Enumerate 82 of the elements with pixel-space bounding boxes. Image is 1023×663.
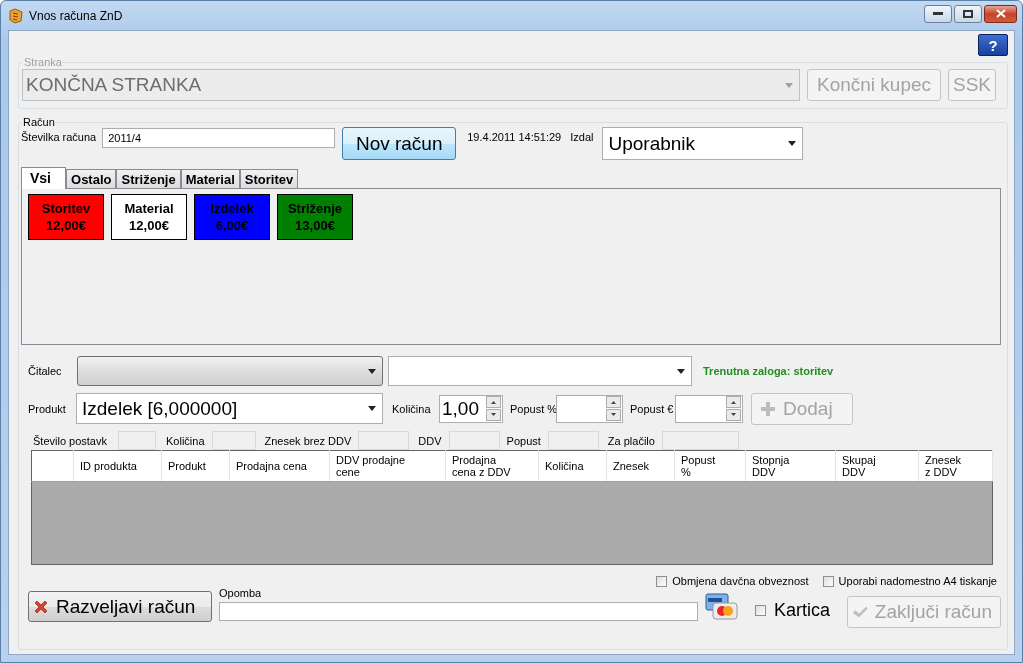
spin-up-icon[interactable] — [486, 396, 501, 408]
tab[interactable]: Material — [180, 169, 240, 188]
summary-field — [358, 431, 410, 450]
caret-icon — [677, 368, 685, 374]
field-label: Številka računa — [21, 131, 97, 143]
date-time: 19.4.2011 14:51:29 — [467, 131, 562, 143]
invoice-number-field[interactable]: 2011/4 — [102, 128, 336, 148]
column-header[interactable]: DDV prodajne cene — [329, 450, 446, 482]
tab[interactable]: Ostalo — [66, 169, 117, 188]
summary-label: Popust — [506, 434, 541, 447]
spin-up-icon[interactable] — [606, 396, 621, 408]
field-label: Popust € — [630, 402, 675, 415]
caret-icon — [785, 82, 793, 88]
column-header[interactable]: Znesek z DDV — [918, 450, 993, 482]
app-icon — [8, 7, 24, 24]
window-title: Vnos računa ZnD — [29, 8, 124, 23]
new-invoice-button[interactable]: Nov račun — [342, 127, 457, 160]
spin-field[interactable]: 1,00 — [439, 394, 503, 423]
caret-icon — [788, 141, 797, 146]
tab[interactable]: Storitev — [239, 169, 299, 188]
maximize-icon — [963, 9, 973, 18]
spin-field[interactable] — [675, 394, 743, 423]
checkbox-label: Kartica — [774, 600, 831, 621]
reader-dropdown[interactable] — [77, 356, 383, 386]
summary-field — [211, 431, 256, 450]
group-label: Račun — [22, 116, 56, 128]
field-label: Izdal — [570, 131, 594, 143]
field-label: Količina — [392, 402, 432, 415]
column-header[interactable]: Znesek — [606, 450, 675, 482]
spin-down-icon[interactable] — [606, 409, 621, 421]
close-icon — [995, 9, 1006, 18]
card-checkbox[interactable] — [755, 605, 766, 616]
minimize-button[interactable] — [924, 4, 952, 23]
product-tile[interactable]: Striženje 13,00€ — [277, 194, 353, 240]
checkbox[interactable] — [656, 575, 668, 587]
product-tile[interactable]: Material 12,00€ — [111, 194, 187, 240]
product-tile[interactable]: Storitev 12,00€ — [28, 194, 104, 240]
product-dropdown[interactable]: Izdelek [6,000000] — [76, 393, 383, 424]
caret-icon — [368, 368, 376, 374]
column-header[interactable]: Prodajna cena z DDV — [445, 450, 539, 482]
summary-label: Število postavk — [33, 434, 107, 447]
summary-label: Znesek brez DDV — [264, 434, 352, 447]
field-label: Opomba — [219, 587, 263, 599]
column-header[interactable]: Produkt — [161, 450, 230, 482]
summary-field — [547, 431, 599, 450]
payment-card-icon — [704, 593, 738, 621]
issuer-dropdown[interactable]: Uporabnik — [602, 127, 804, 160]
summary-label: Količina — [166, 434, 205, 447]
tab[interactable]: Striženje — [116, 169, 181, 188]
column-header[interactable]: Stopnja DDV — [745, 450, 836, 482]
summary-field — [448, 431, 500, 450]
minimize-icon — [933, 11, 943, 16]
field-label: Produkt — [28, 402, 67, 415]
summary-label: Za plačilo — [607, 434, 655, 447]
cross-icon — [33, 598, 49, 615]
checkbox[interactable] — [822, 575, 834, 587]
summary-label: DDV — [418, 434, 442, 447]
plus-icon — [760, 400, 776, 417]
close-button[interactable] — [984, 4, 1017, 23]
spin-field[interactable] — [556, 394, 623, 423]
column-header[interactable]: Količina — [538, 450, 607, 482]
note-field[interactable] — [219, 602, 698, 621]
stock-status: Trenutna zaloga: storitev — [703, 365, 834, 377]
tab[interactable]: Vsi — [21, 167, 66, 189]
column-header[interactable]: Popust % — [674, 450, 746, 482]
spin-down-icon[interactable] — [726, 409, 741, 421]
cancel-invoice-button[interactable]: Razveljavi račun — [28, 591, 212, 622]
group-label: Stranka — [23, 56, 63, 68]
spin-up-icon[interactable] — [726, 396, 741, 408]
column-header[interactable]: ID produkta — [73, 450, 162, 482]
checkbox-label: Uporabi nadomestno A4 tiskanje — [838, 575, 997, 587]
spin-down-icon[interactable] — [486, 409, 501, 421]
checkbox-label: Obmjena davčna obveznost — [672, 575, 809, 587]
help-button[interactable]: ? — [978, 34, 1008, 56]
summary-field — [118, 431, 156, 450]
caret-icon — [368, 406, 376, 411]
row-header — [31, 450, 74, 482]
maximize-button[interactable] — [954, 4, 982, 23]
checkmark-icon — [852, 604, 868, 620]
column-header[interactable]: Prodajna cena — [229, 450, 330, 482]
column-header[interactable]: Skupaj DDV — [835, 450, 919, 482]
field-label: Čitalec — [28, 365, 63, 377]
